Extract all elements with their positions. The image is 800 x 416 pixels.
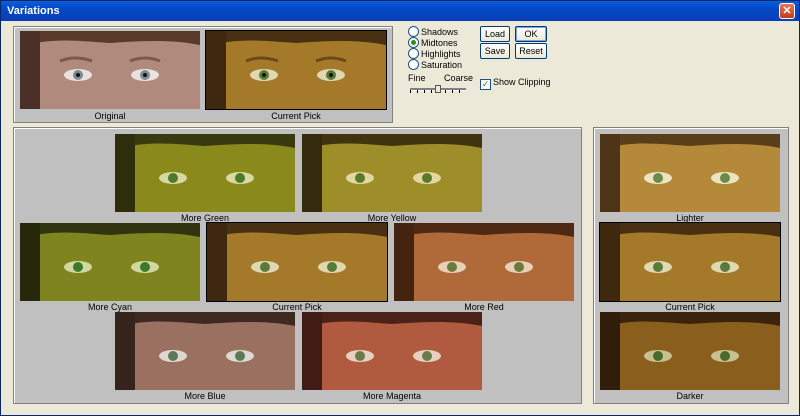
face-image [394,223,574,301]
fine-label: Fine [408,73,426,83]
variations-dialog: Variations ✕ Original Current Pick Shado… [0,0,800,416]
lighter-caption: Lighter [676,213,704,223]
close-button[interactable]: ✕ [779,3,795,19]
fine-coarse-slider[interactable] [410,85,466,93]
current-pick-brightness-caption: Current Pick [665,302,715,312]
radio-circle-icon [408,26,419,37]
color-variations-panel: More Green More Yellow More Cyan Current… [13,127,582,404]
load-button[interactable]: Load [480,26,510,42]
title-bar: Variations ✕ [1,1,799,21]
face-image [302,134,482,212]
radio-circle-icon [408,59,419,70]
original-caption: Original [94,111,126,121]
more-cyan-caption: More Cyan [87,302,132,312]
more-blue-thumbnail[interactable] [115,312,295,390]
checkbox-check-icon: ✓ [480,79,491,90]
current-pick-thumbnail [205,30,387,110]
face-image [600,312,780,390]
current-pick-brightness-thumbnail[interactable] [599,222,781,302]
face-image [600,223,780,301]
reset-button[interactable]: Reset [515,43,547,59]
radio-circle-icon [408,48,419,59]
face-image [206,31,386,109]
original-thumbnail [20,31,200,109]
current-pick-center-caption: Current Pick [272,302,322,312]
more-green-caption: More Green [180,213,230,223]
current-pick-caption: Current Pick [271,111,321,121]
more-cyan-thumbnail[interactable] [20,223,200,301]
brightness-panel: Lighter Current Pick Darker [593,127,789,404]
compare-panel: Original Current Pick [13,26,393,123]
more-yellow-thumbnail[interactable] [302,134,482,212]
more-blue-caption: More Blue [184,391,226,401]
face-image [115,312,295,390]
ok-button[interactable]: OK [515,26,547,42]
slider-thumb[interactable] [435,85,441,93]
radio-circle-icon [408,37,419,48]
radio-saturation[interactable]: Saturation [408,59,462,71]
face-image [20,223,200,301]
save-button[interactable]: Save [480,43,510,59]
current-pick-center-thumbnail[interactable] [206,222,388,302]
darker-thumbnail[interactable] [600,312,780,390]
face-image [20,31,200,109]
darker-caption: Darker [676,391,704,401]
face-image [600,134,780,212]
more-magenta-thumbnail[interactable] [302,312,482,390]
face-image [115,134,295,212]
face-image [302,312,482,390]
more-red-thumbnail[interactable] [394,223,574,301]
more-red-caption: More Red [464,302,504,312]
more-magenta-caption: More Magenta [362,391,422,401]
more-yellow-caption: More Yellow [367,213,417,223]
coarse-label: Coarse [444,73,474,83]
lighter-thumbnail[interactable] [600,134,780,212]
more-green-thumbnail[interactable] [115,134,295,212]
window-title: Variations [7,5,60,17]
show-clipping-checkbox[interactable]: ✓ Show Clipping [480,77,551,90]
face-image [207,223,387,301]
